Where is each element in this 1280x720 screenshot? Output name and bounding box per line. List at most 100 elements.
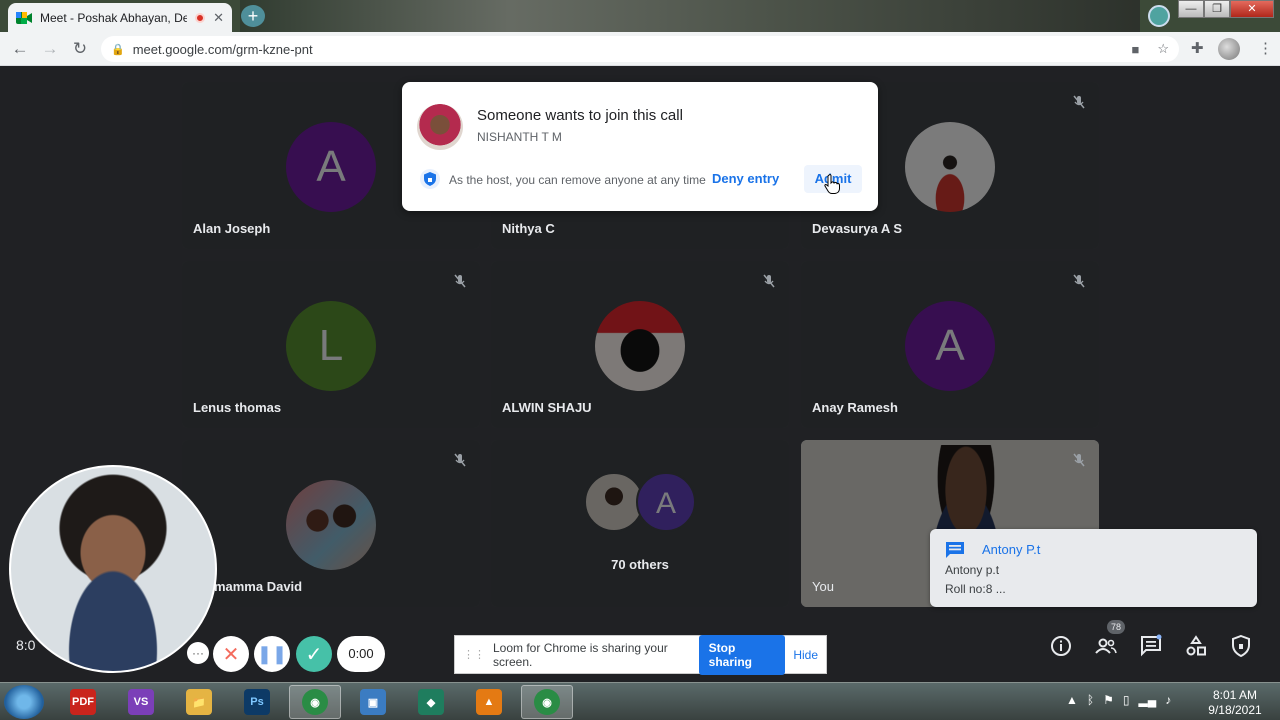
participant-name: You [812, 579, 834, 594]
tab-strip-background [240, 0, 1140, 32]
taskbar-app-chrome[interactable]: ◉ [289, 685, 341, 719]
chrome-icon: ◉ [302, 689, 328, 715]
participant-name: Lenus thomas [193, 400, 282, 415]
taskbar-app-visual-studio[interactable]: VS [115, 685, 167, 719]
loom-timer: 0:00 [337, 636, 385, 672]
lock-icon[interactable]: 🔒 [111, 43, 125, 56]
taskbar-app-filmora[interactable]: ◆ [405, 685, 457, 719]
host-controls-icon[interactable] [1229, 634, 1253, 658]
taskbar-app-acrobat[interactable]: PDF [57, 685, 109, 719]
taskbar-app-explorer[interactable]: 📁 [173, 685, 225, 719]
screen-share-bar: ⋮⋮ Loom for Chrome is sharing your scree… [454, 634, 827, 675]
requester-name: NISHANTH T M [477, 130, 562, 144]
chat-icon[interactable] [1139, 634, 1163, 658]
participant-name: Alan Joseph [193, 221, 271, 236]
screen-share-message: Loom for Chrome is sharing your screen. [493, 640, 668, 669]
camera-in-use-icon[interactable]: ■ [1131, 42, 1139, 57]
chat-bubble-icon [946, 542, 964, 558]
chat-message-line: Roll no:8 ... [945, 582, 1006, 596]
google-meet-icon [16, 11, 32, 24]
window-controls: — ❐ ✕ [1178, 0, 1274, 18]
volume-icon[interactable]: ♪ [1165, 693, 1171, 707]
chat-sender: Antony P.t [982, 542, 1041, 557]
taskbar-clock[interactable]: 8:01 AM 9/18/2021 [1200, 688, 1270, 718]
minimize-button[interactable]: — [1178, 0, 1204, 18]
maximize-button[interactable]: ❐ [1204, 0, 1230, 18]
participant-name: ALWIN SHAJU [502, 400, 592, 415]
mic-off-icon [454, 453, 466, 467]
loom-camera-bubble[interactable] [9, 465, 217, 673]
hide-share-bar-button[interactable]: Hide [793, 648, 818, 662]
recording-indicator-icon [195, 12, 206, 23]
chrome-icon: ◉ [534, 689, 560, 715]
participant-tile[interactable]: Ammamma David [182, 440, 480, 607]
people-icon[interactable] [1094, 634, 1118, 658]
profile-avatar[interactable] [1218, 38, 1240, 60]
mic-off-icon [454, 274, 466, 288]
hand-cursor-icon [824, 174, 840, 194]
windows-start-button[interactable] [4, 685, 44, 719]
others-tile[interactable]: A 70 others [491, 440, 789, 607]
acrobat-icon: PDF [70, 689, 96, 715]
folder-icon: 📁 [186, 689, 212, 715]
show-hidden-icons-icon[interactable]: ▲ [1066, 693, 1078, 707]
participant-tile[interactable]: A Anay Ramesh [801, 261, 1099, 428]
join-request-dialog: Someone wants to join this call NISHANTH… [402, 82, 878, 211]
requester-avatar [417, 104, 463, 150]
browser-tab-meet[interactable]: Meet - Poshak Abhayan, De ✕ [8, 3, 232, 32]
clock-time: 8:01 AM [1212, 688, 1258, 702]
url-text[interactable]: meet.google.com/grm-kzne-pnt [133, 42, 1114, 57]
address-bar[interactable]: 🔒 meet.google.com/grm-kzne-pnt ■ ☆ [101, 36, 1179, 62]
chat-message-line: Antony p.t [945, 563, 1000, 577]
chat-notification[interactable]: Antony P.t Antony p.t Roll no:8 ... [930, 529, 1257, 607]
taskbar-app-photos[interactable]: ▣ [347, 685, 399, 719]
loom-finish-button[interactable]: ✓ [296, 636, 332, 672]
host-note: As the host, you can remove anyone at an… [449, 173, 706, 187]
drag-handle-icon[interactable]: ⋮⋮ [463, 648, 485, 661]
participant-tile[interactable]: L Lenus thomas [182, 261, 480, 428]
filmora-icon: ◆ [418, 689, 444, 715]
bluetooth-icon[interactable]: ᛒ [1087, 693, 1094, 707]
participant-tile[interactable]: ALWIN SHAJU [491, 261, 789, 428]
meeting-time: 8:0 [16, 637, 36, 653]
activities-icon[interactable] [1184, 634, 1208, 658]
mic-off-icon [1073, 274, 1085, 288]
mic-off-icon [1073, 453, 1085, 467]
taskbar-app-photoshop[interactable]: Ps [231, 685, 283, 719]
back-arrow-icon[interactable]: ← [5, 39, 35, 59]
extensions-puzzle-icon[interactable]: ✚ [1191, 39, 1204, 57]
people-count-badge: 78 [1107, 620, 1125, 634]
forward-arrow-icon[interactable]: → [35, 39, 65, 59]
taskbar-app-vlc[interactable]: ▲ [463, 685, 515, 719]
bookmark-star-icon[interactable]: ☆ [1157, 41, 1169, 57]
join-request-title: Someone wants to join this call [477, 107, 683, 124]
deny-entry-button[interactable]: Deny entry [712, 171, 779, 186]
info-icon[interactable] [1049, 634, 1073, 658]
loom-pause-button[interactable]: ❚❚ [254, 636, 290, 672]
usb-icon[interactable]: ▯ [1123, 693, 1130, 707]
loom-more-button[interactable]: ··· [187, 642, 209, 664]
clock-date: 9/18/2021 [1208, 703, 1262, 717]
signal-icon[interactable]: ▂▄ [1138, 693, 1156, 707]
close-window-button[interactable]: ✕ [1230, 0, 1274, 18]
windows-taskbar: PDF VS 📁 Ps ◉ ▣ ◆ ▲ ◉ ▲ ᛒ ⚑ ▯ ▂▄ ♪ 8:01 … [0, 682, 1280, 720]
chrome-profile-icon[interactable] [1148, 5, 1170, 27]
stop-sharing-button[interactable]: Stop sharing [698, 634, 786, 675]
tab-title: Meet - Poshak Abhayan, De [40, 10, 188, 25]
tab-close-button[interactable]: ✕ [213, 10, 224, 26]
new-tab-button[interactable]: + [241, 5, 265, 27]
browser-toolbar: ← → ↻ 🔒 meet.google.com/grm-kzne-pnt ■ ☆… [0, 32, 1280, 66]
vlc-icon: ▲ [476, 689, 502, 715]
loom-cancel-button[interactable]: ✕ [213, 636, 249, 672]
menu-dots-icon[interactable]: ⋮ [1258, 39, 1273, 57]
photoshop-icon: Ps [244, 689, 270, 715]
participant-name: Anay Ramesh [812, 400, 898, 415]
participant-name: Devasurya A S [812, 221, 903, 236]
participant-name: Nithya C [502, 221, 555, 236]
reload-icon[interactable]: ↻ [65, 39, 95, 59]
system-tray: ▲ ᛒ ⚑ ▯ ▂▄ ♪ [1066, 693, 1171, 707]
taskbar-app-chrome-2[interactable]: ◉ [521, 685, 573, 719]
shield-lock-icon [420, 169, 440, 189]
network-warning-icon[interactable]: ⚑ [1103, 693, 1114, 707]
photo-viewer-icon: ▣ [360, 689, 386, 715]
